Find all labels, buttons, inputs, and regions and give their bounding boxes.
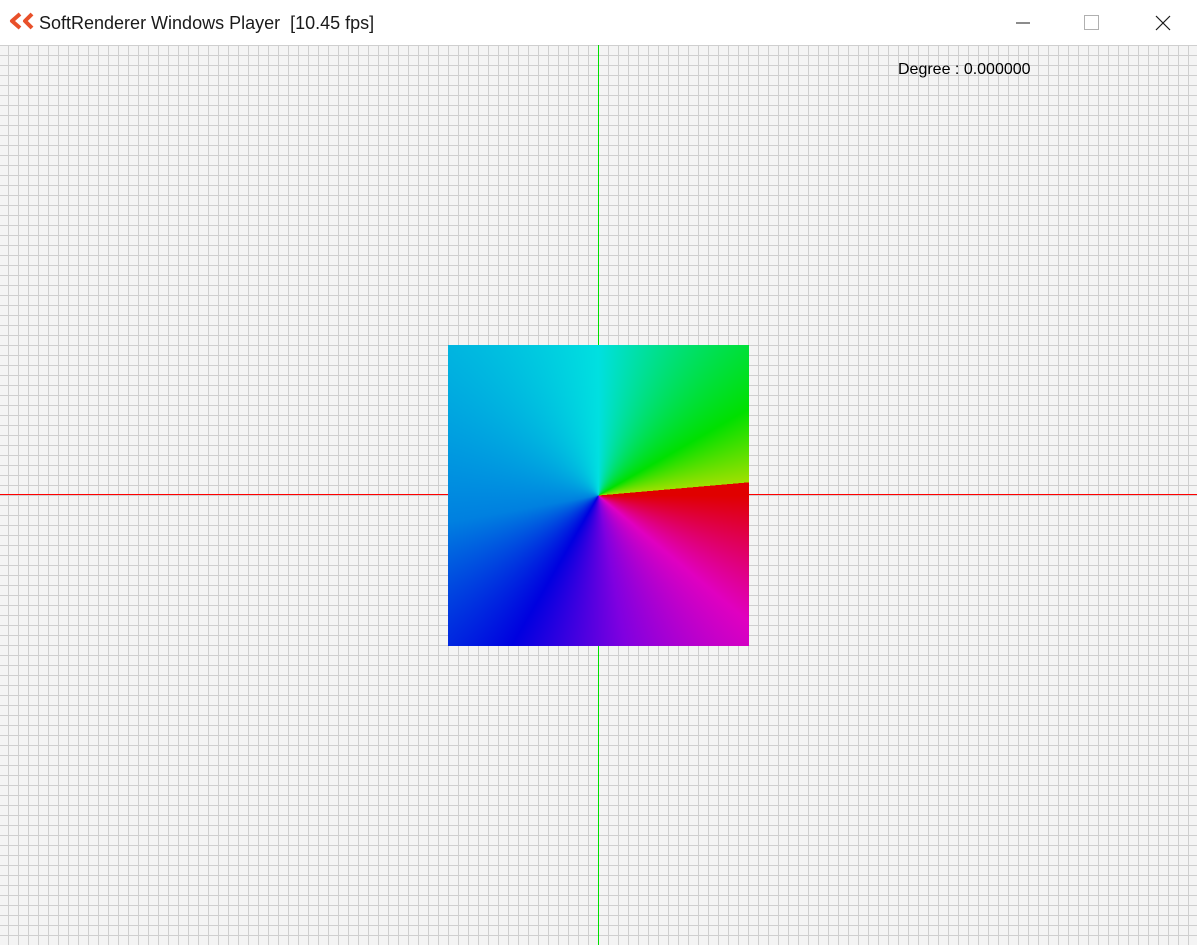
degree-readout: Degree : 0.000000 [898,61,1031,78]
close-button[interactable] [1140,0,1186,45]
window-title: SoftRenderer Windows Player [10.45 fps] [39,13,375,33]
rendered-color-quad [448,345,749,646]
minimize-icon [1016,22,1030,23]
minimize-button[interactable] [1000,0,1046,45]
render-viewport[interactable]: Degree : 0.000000 [0,45,1197,945]
maximize-button[interactable] [1069,0,1115,45]
app-window: SoftRenderer Windows Player [10.45 fps] … [0,0,1197,945]
close-icon [1155,15,1171,30]
maximize-icon [1084,14,1099,30]
title-bar[interactable]: SoftRenderer Windows Player [10.45 fps] [0,0,1197,45]
app-logo-icon [10,12,34,30]
